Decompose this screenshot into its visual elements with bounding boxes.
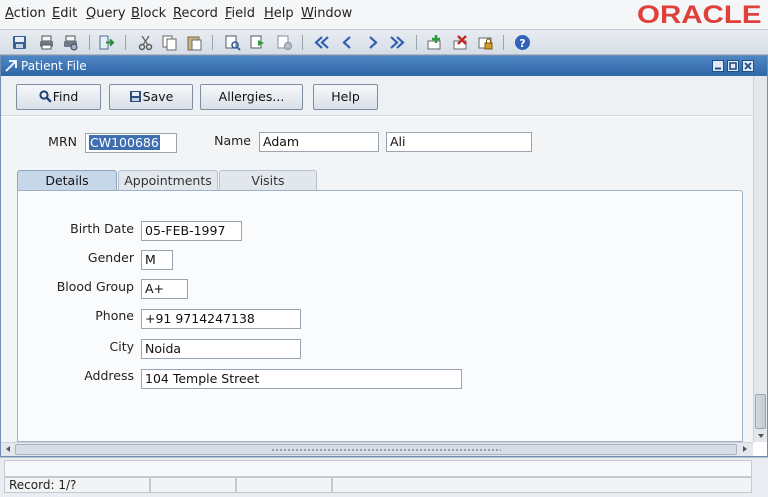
horizontal-scrollbar[interactable] [1,442,753,456]
blood-group-label: Blood Group [56,279,134,294]
menu-action[interactable]: Action [5,6,46,21]
status-bar: Record: 1/? [0,457,768,497]
exit-icon[interactable] [98,34,115,51]
phone-field[interactable]: +91 9714247138 [141,309,301,329]
button-bar: Find Save Allergies... Help [1,76,753,116]
enter-query-icon[interactable] [224,34,241,51]
close-button[interactable] [742,60,754,72]
search-icon [39,89,52,103]
save-button[interactable]: Save [109,84,193,110]
minimize-button[interactable] [712,60,724,72]
previous-record-icon[interactable] [339,34,356,51]
minimize-icon [715,67,721,70]
save-label: Save [142,89,174,104]
copy-icon[interactable] [161,34,178,51]
mrn-field[interactable]: CW100686 [85,133,177,153]
cancel-query-icon[interactable] [276,34,293,51]
svg-text:?: ? [519,37,525,50]
menu-query[interactable]: Query [86,6,126,21]
tab-appointments[interactable]: Appointments [118,170,218,192]
city-label: City [109,339,135,354]
insert-record-icon[interactable] [426,34,443,51]
maximize-button[interactable] [727,60,739,72]
record-indicator: Record: 1/? [4,477,150,493]
scroll-left-icon[interactable] [2,443,14,455]
patient-file-window: Patient File Find Save Allergies... Help… [0,55,768,457]
mrn-label: MRN [48,134,77,149]
phone-label: Phone [95,308,134,323]
help-icon[interactable]: ? [514,34,531,51]
birth-date-field[interactable]: 05-FEB-1997 [141,221,242,241]
status-field-3 [236,477,332,493]
window-titlebar[interactable]: Patient File [1,56,767,76]
tab-visits[interactable]: Visits [219,170,317,192]
city-field[interactable]: Noida [141,339,301,359]
window-title: Patient File [21,59,87,73]
last-name-field[interactable]: Ali [386,132,532,152]
first-record-icon[interactable] [313,34,330,51]
paste-icon[interactable] [186,34,203,51]
help-button[interactable]: Help [313,84,378,110]
status-field-2 [150,477,236,493]
first-name-field[interactable]: Adam [259,132,379,152]
menu-block[interactable]: Block [131,6,166,21]
menu-help[interactable]: Help [264,6,294,21]
next-record-icon[interactable] [364,34,381,51]
window-menu-icon[interactable] [5,60,17,72]
close-icon [744,62,752,70]
delete-record-icon[interactable] [452,34,469,51]
print-setup-icon[interactable] [62,34,79,51]
birth-date-label: Birth Date [70,221,134,236]
allergies-button[interactable]: Allergies... [200,84,303,110]
menu-field[interactable]: Field [225,6,255,21]
print-icon[interactable] [38,34,55,51]
mrn-value: CW100686 [89,135,160,150]
horizontal-scroll-thumb[interactable] [15,444,737,455]
vertical-scrollbar[interactable] [753,76,767,442]
tab-details[interactable]: Details [17,170,117,192]
address-label: Address [84,368,134,383]
name-label: Name [214,133,251,148]
vertical-scroll-thumb[interactable] [755,394,766,429]
save-icon[interactable] [11,34,28,51]
find-button[interactable]: Find [16,84,101,110]
gender-field[interactable]: M [141,250,173,270]
toolbar: ? [0,29,768,55]
scroll-down-icon[interactable] [755,430,767,442]
status-field-4 [332,477,752,493]
blood-group-field[interactable]: A+ [141,279,188,299]
menu-window[interactable]: Window [301,6,352,21]
menu-bar: Action Edit Query Block Record Field Hel… [0,0,768,29]
execute-query-icon[interactable] [249,34,266,51]
address-field[interactable]: 104 Temple Street [141,369,462,389]
maximize-icon [729,62,737,70]
menu-record[interactable]: Record [173,6,218,21]
save-icon [129,90,141,102]
menu-edit[interactable]: Edit [52,6,77,21]
form-content: MRN CW100686 Name Adam Ali Details Appoi… [1,117,753,442]
status-message [4,460,752,477]
oracle-logo: ORACLE [637,1,762,29]
find-label: Find [52,89,79,104]
gender-label: Gender [87,250,134,265]
lock-record-icon[interactable] [477,34,494,51]
cut-icon[interactable] [137,34,154,51]
last-record-icon[interactable] [389,34,406,51]
scroll-right-icon[interactable] [739,443,751,455]
